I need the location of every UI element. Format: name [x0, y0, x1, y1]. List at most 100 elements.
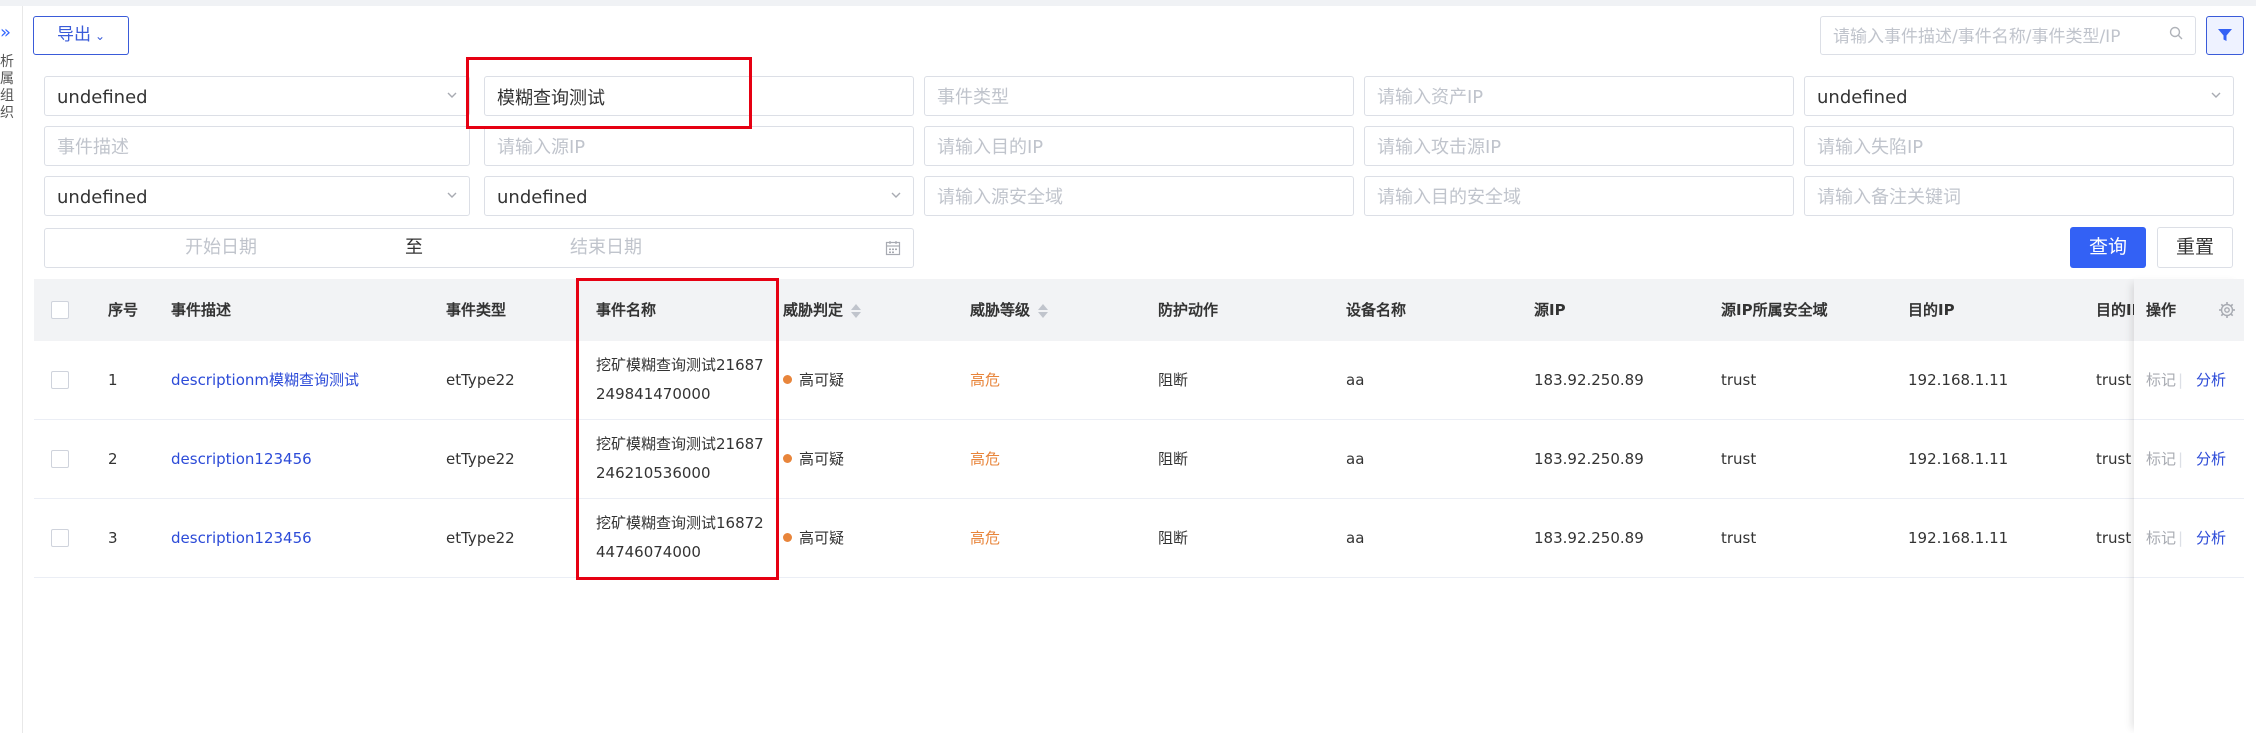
row-dst-zone: trust	[2096, 371, 2132, 389]
search-icon[interactable]	[2169, 26, 2183, 40]
calendar-icon	[885, 241, 901, 256]
fallen-ip-field[interactable]	[1804, 126, 2234, 167]
event-name-input[interactable]	[495, 77, 887, 117]
operations-column: 操作 标记 | 分析 标记 | 分析 标记 | 分析	[2134, 279, 2244, 733]
filter-toggle-button[interactable]	[2206, 16, 2244, 55]
col-dst-ip-2: 目的II	[2096, 301, 2138, 319]
source-zone-input[interactable]	[935, 177, 1327, 217]
row-src-zone: trust	[1721, 450, 1757, 468]
row-device: aa	[1346, 371, 1365, 389]
event-type-field[interactable]	[924, 76, 1354, 117]
col-device: 设备名称	[1346, 301, 1407, 319]
events-table: 序号 事件描述 事件类型 事件名称 威胁判定 威胁等级 防护动作 设备名称 源I…	[34, 279, 2244, 733]
operations-cell: 标记 | 分析	[2134, 499, 2244, 578]
col-index: 序号	[108, 301, 139, 319]
row-level: 高危	[970, 450, 1001, 468]
date-separator: 至	[405, 237, 423, 258]
operations-header: 操作	[2134, 279, 2244, 341]
source-ip-field[interactable]	[484, 126, 914, 167]
row-checkbox[interactable]	[51, 450, 69, 468]
expand-panel-icon[interactable]: »	[0, 24, 11, 42]
status-dot	[783, 375, 792, 384]
source-ip-input[interactable]	[495, 127, 887, 167]
row-checkbox[interactable]	[51, 529, 69, 547]
filter-select-1[interactable]	[44, 76, 470, 117]
filter-select-1-value[interactable]	[55, 77, 443, 117]
analyze-link[interactable]: 分析	[2196, 499, 2226, 577]
col-ops: 操作	[2146, 301, 2177, 319]
dest-zone-input[interactable]	[1375, 177, 1767, 217]
filter-select-4-value[interactable]	[495, 177, 887, 217]
col-verdict[interactable]: 威胁判定	[783, 279, 862, 341]
row-index: 1	[108, 371, 118, 389]
end-date-input[interactable]: 结束日期	[570, 229, 642, 267]
row-verdict: 高可疑	[783, 499, 844, 577]
event-name-field[interactable]	[484, 76, 914, 117]
side-panel-label: 析 属 组 织	[0, 54, 14, 121]
export-button[interactable]: 导出 ⌄	[33, 16, 129, 55]
source-zone-field[interactable]	[924, 176, 1354, 217]
event-desc-field[interactable]	[44, 126, 470, 167]
filter-select-2[interactable]	[1804, 76, 2234, 117]
row-level: 高危	[970, 529, 1001, 547]
search-input[interactable]	[1831, 17, 2155, 56]
row-src-ip: 183.92.250.89	[1534, 450, 1644, 468]
table-row[interactable]: 3 description123456 etType22 挖矿模糊查询测试168…	[34, 499, 2244, 578]
date-range-picker[interactable]: 开始日期 至 结束日期	[44, 228, 914, 268]
chevron-down-icon	[445, 188, 459, 202]
start-date-input[interactable]: 开始日期	[185, 229, 257, 267]
row-desc-link[interactable]: description123456	[171, 420, 312, 498]
analyze-link[interactable]: 分析	[2196, 420, 2226, 498]
mark-link[interactable]: 标记	[2146, 341, 2176, 419]
gear-icon[interactable]	[2218, 301, 2236, 319]
attack-ip-input[interactable]	[1375, 127, 1767, 167]
fallen-ip-input[interactable]	[1815, 127, 2207, 167]
row-type: etType22	[446, 371, 515, 389]
table-row[interactable]: 1 descriptionm模糊查询测试 etType22 挖矿模糊查询测试21…	[34, 341, 2244, 420]
remark-field[interactable]	[1804, 176, 2234, 217]
col-name: 事件名称	[596, 301, 657, 319]
attack-ip-field[interactable]	[1364, 126, 1794, 167]
global-search[interactable]	[1820, 16, 2196, 56]
reset-button[interactable]: 重置	[2157, 227, 2233, 268]
mark-link[interactable]: 标记	[2146, 499, 2176, 577]
row-desc-link[interactable]: descriptionm模糊查询测试	[171, 341, 359, 419]
filter-select-3[interactable]	[44, 176, 470, 217]
sort-icon[interactable]	[851, 303, 862, 319]
col-level[interactable]: 威胁等级	[970, 279, 1049, 341]
filter-select-2-value[interactable]	[1815, 77, 2207, 117]
row-checkbox[interactable]	[51, 371, 69, 389]
col-desc: 事件描述	[171, 301, 232, 319]
asset-ip-input[interactable]	[1375, 77, 1767, 117]
dest-ip-input[interactable]	[935, 127, 1327, 167]
row-device: aa	[1346, 450, 1365, 468]
select-all-checkbox[interactable]	[51, 301, 69, 319]
table-row[interactable]: 2 description123456 etType22 挖矿模糊查询测试216…	[34, 420, 2244, 499]
event-type-input[interactable]	[935, 77, 1327, 117]
op-divider: |	[2178, 450, 2184, 468]
chevron-down-icon	[889, 188, 903, 202]
filter-select-3-value[interactable]	[55, 177, 443, 217]
asset-ip-field[interactable]	[1364, 76, 1794, 117]
query-button[interactable]: 查询	[2070, 227, 2146, 268]
mark-link[interactable]: 标记	[2146, 420, 2176, 498]
remark-input[interactable]	[1815, 177, 2207, 217]
col-src-ip: 源IP	[1534, 301, 1566, 319]
col-src-zone: 源IP所属安全域	[1721, 301, 1828, 319]
sort-icon[interactable]	[1038, 303, 1049, 319]
row-level: 高危	[970, 371, 1001, 389]
row-desc-link[interactable]: description123456	[171, 499, 312, 577]
chevron-down-icon: ⌄	[94, 29, 106, 43]
event-desc-input[interactable]	[55, 127, 443, 167]
operations-cell: 标记 | 分析	[2134, 341, 2244, 420]
chevron-down-icon	[445, 88, 459, 102]
dest-zone-field[interactable]	[1364, 176, 1794, 217]
analyze-link[interactable]: 分析	[2196, 341, 2226, 419]
col-dst-ip: 目的IP	[1908, 301, 1955, 319]
dest-ip-field[interactable]	[924, 126, 1354, 167]
row-action: 阻断	[1158, 450, 1189, 468]
filter-select-4[interactable]	[484, 176, 914, 217]
row-dst-zone: trust	[2096, 450, 2132, 468]
table-header: 序号 事件描述 事件类型 事件名称 威胁判定 威胁等级 防护动作 设备名称 源I…	[34, 279, 2244, 341]
row-verdict: 高可疑	[783, 420, 844, 498]
